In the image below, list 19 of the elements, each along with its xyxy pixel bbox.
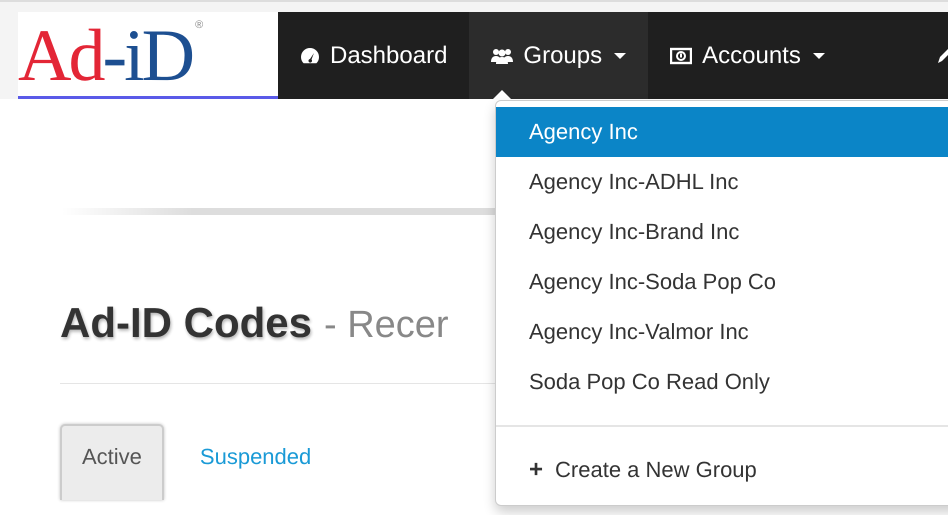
- caret-icon: [614, 52, 626, 58]
- group-menu-item[interactable]: Agency Inc-Soda Pop Co: [496, 257, 948, 307]
- group-menu-item[interactable]: Agency Inc: [496, 107, 948, 157]
- group-menu-item[interactable]: Soda Pop Co Read Only: [496, 357, 948, 407]
- page-title: Ad-ID Codes: [60, 299, 312, 347]
- logo[interactable]: Ad-iD®: [18, 12, 278, 99]
- group-menu-item[interactable]: Agency Inc-Valmor Inc: [496, 307, 948, 357]
- create-group-item[interactable]: + Create a New Group: [496, 445, 948, 495]
- nav-menu-item[interactable]: Groups: [469, 12, 648, 99]
- pencil-icon[interactable]: [938, 48, 948, 62]
- gauge-icon: [300, 46, 320, 64]
- plus-icon: +: [529, 456, 544, 484]
- card-icon: [670, 46, 692, 64]
- group-menu-item[interactable]: Agency Inc-Brand Inc: [496, 207, 948, 257]
- people-icon: [491, 48, 514, 64]
- group-menu-item[interactable]: Agency Inc-ADHL Inc: [496, 157, 948, 207]
- page-subtitle: - Recer: [324, 304, 449, 347]
- caret-icon: [812, 52, 825, 58]
- tab[interactable]: Active: [60, 424, 164, 500]
